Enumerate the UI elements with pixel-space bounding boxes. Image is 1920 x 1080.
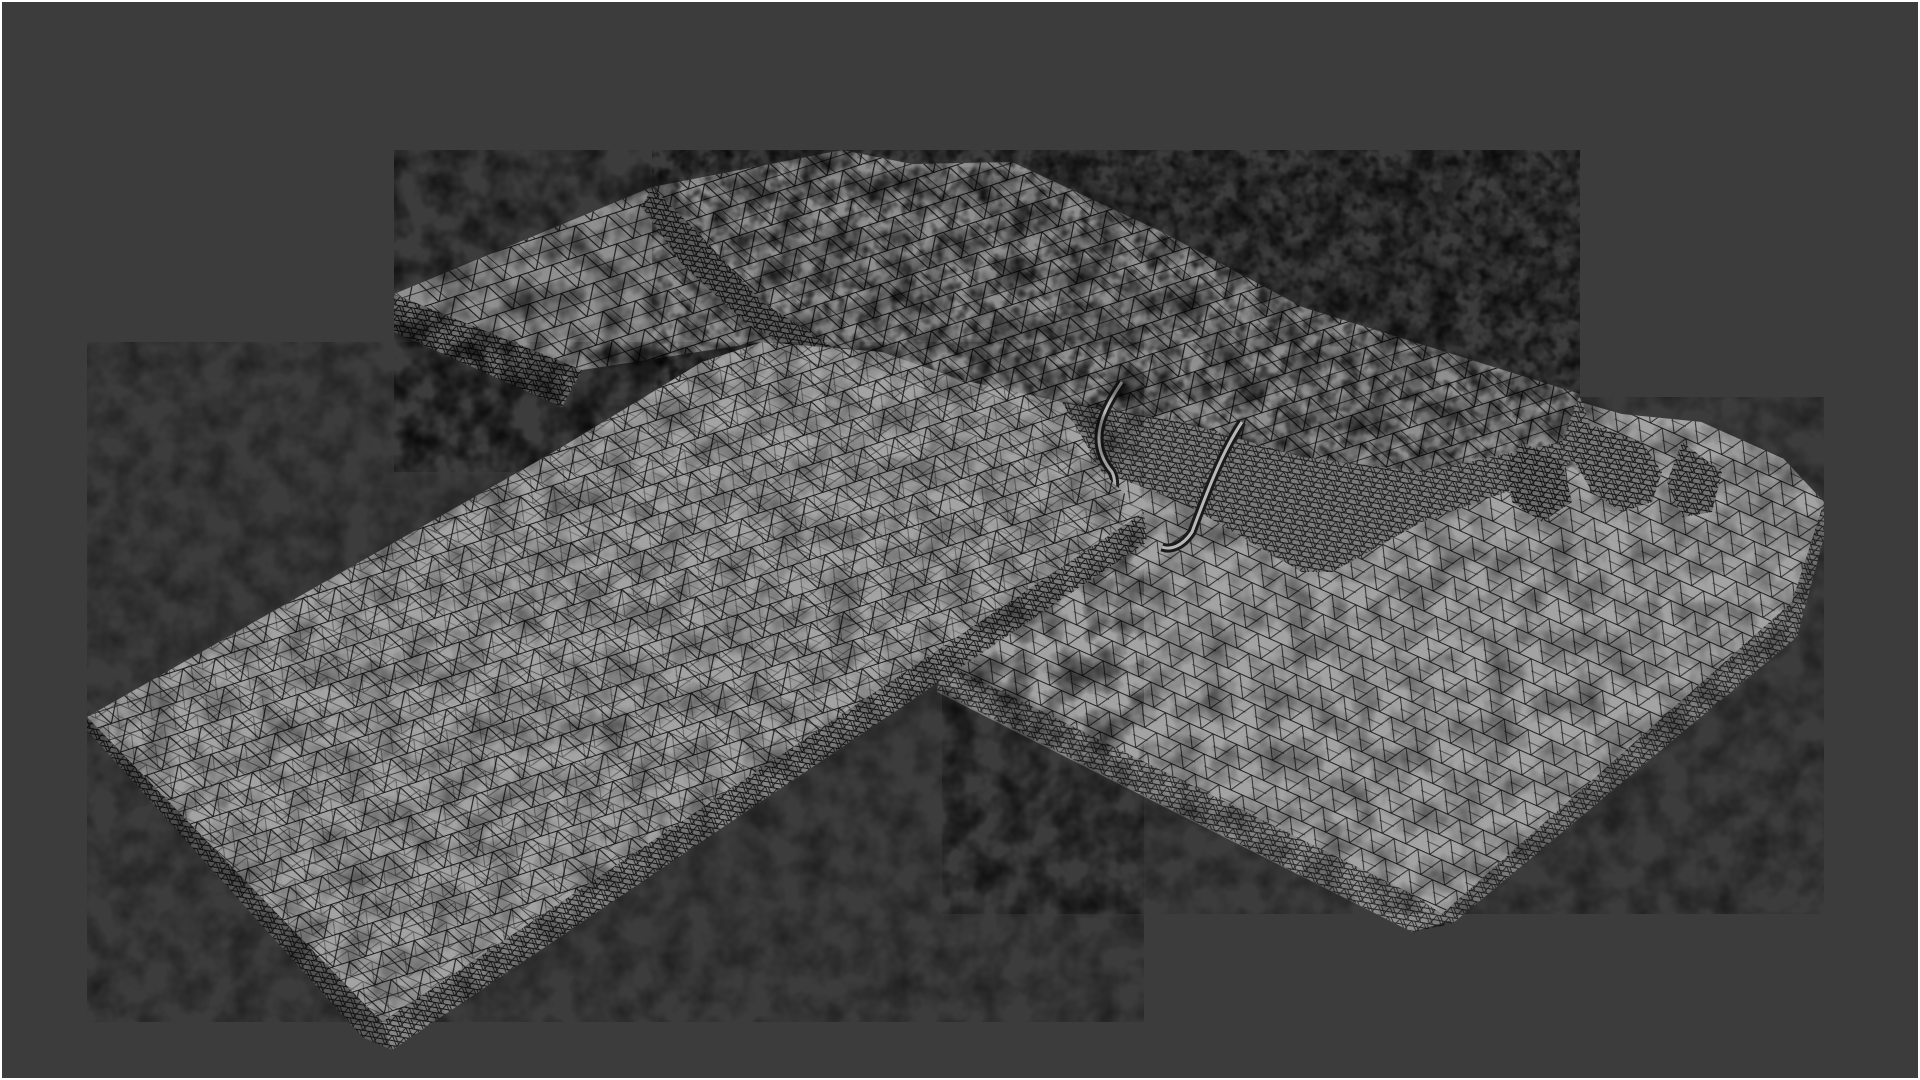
mesh-scene	[2, 2, 1918, 1078]
3d-viewport[interactable]	[2, 2, 1918, 1078]
